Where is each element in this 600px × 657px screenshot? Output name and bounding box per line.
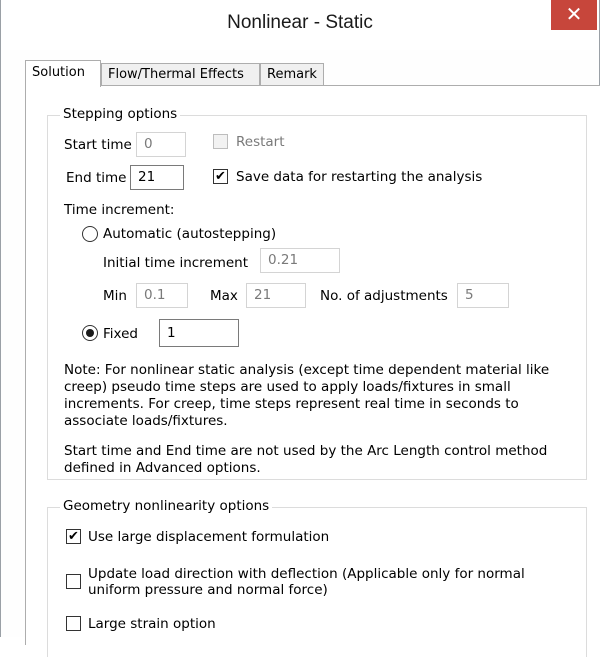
save-data-label: Save data for restarting the analysis (236, 169, 483, 185)
checkmark-icon: ✔ (68, 529, 79, 544)
note-line: defined in Advanced options. (64, 460, 261, 476)
max-input[interactable]: 21 (246, 283, 306, 308)
stepping-options-label: Stepping options (60, 106, 181, 122)
adjustments-input[interactable]: 5 (457, 283, 509, 308)
time-increment-label: Time increment: (64, 202, 175, 218)
tab-remark-label: Remark (267, 67, 317, 82)
radio-selected-dot (86, 329, 94, 337)
note-line: creep) pseudo time steps are used to app… (64, 379, 511, 395)
tab-flow-thermal-label: Flow/Thermal Effects (108, 67, 244, 82)
note-text: Note: For nonlinear static analysis (exc… (64, 362, 549, 430)
save-data-checkbox[interactable]: ✔ (213, 169, 228, 184)
large-strain-checkbox[interactable] (66, 616, 81, 631)
start-time-input[interactable]: 0 (136, 132, 186, 157)
restart-checkbox[interactable] (213, 134, 228, 149)
title-bar[interactable]: Nonlinear - Static ✕ (1, 0, 599, 50)
large-displacement-checkbox[interactable]: ✔ (66, 529, 81, 544)
label-line: uniform pressure and normal force) (88, 582, 328, 598)
automatic-label: Automatic (autostepping) (103, 226, 277, 242)
initial-time-increment-input[interactable]: 0.21 (260, 248, 340, 273)
arc-length-note: Start time and End time are not used by … (64, 443, 547, 477)
note-line: associate loads/fixtures. (64, 413, 228, 429)
end-time-label: End time (66, 170, 127, 186)
note-line: Note: For nonlinear static analysis (exc… (64, 362, 550, 378)
tab-solution[interactable]: Solution (25, 60, 101, 87)
fixed-radio[interactable] (82, 325, 98, 341)
note-line: increments. For creep, time steps repres… (64, 396, 519, 412)
update-load-direction-label: Update load direction with deflection (A… (88, 566, 525, 598)
adjustments-label: No. of adjustments (320, 288, 448, 304)
start-time-label: Start time (64, 137, 132, 153)
large-strain-label: Large strain option (88, 616, 216, 632)
large-displacement-label: Use large displacement formulation (88, 529, 330, 545)
fixed-label: Fixed (103, 326, 138, 342)
tab-flow-thermal-effects[interactable]: Flow/Thermal Effects (101, 63, 260, 86)
note-line: Start time and End time are not used by … (64, 443, 548, 459)
close-icon: ✕ (565, 2, 583, 26)
close-button[interactable]: ✕ (551, 0, 597, 30)
geometry-options-label: Geometry nonlinearity options (60, 498, 273, 514)
tab-remark[interactable]: Remark (260, 63, 324, 86)
solution-panel: Stepping options Start time 0 Restart En… (25, 85, 600, 657)
label-line: Update load direction with deflection (A… (88, 566, 525, 582)
automatic-radio[interactable] (82, 226, 98, 242)
update-load-direction-checkbox[interactable] (66, 574, 81, 589)
end-time-input[interactable]: 21 (130, 165, 184, 190)
fixed-increment-input[interactable]: 1 (159, 319, 239, 347)
initial-time-increment-label: Initial time increment (103, 255, 249, 271)
restart-label: Restart (236, 134, 285, 150)
min-label: Min (103, 288, 127, 304)
window-title: Nonlinear - Static (227, 12, 373, 33)
tab-solution-label: Solution (32, 65, 85, 80)
max-label: Max (210, 288, 238, 304)
min-input[interactable]: 0.1 (136, 283, 188, 308)
checkmark-icon: ✔ (215, 169, 226, 184)
dialog-window: Nonlinear - Static ✕ Solution Flow/Therm… (0, 0, 600, 657)
